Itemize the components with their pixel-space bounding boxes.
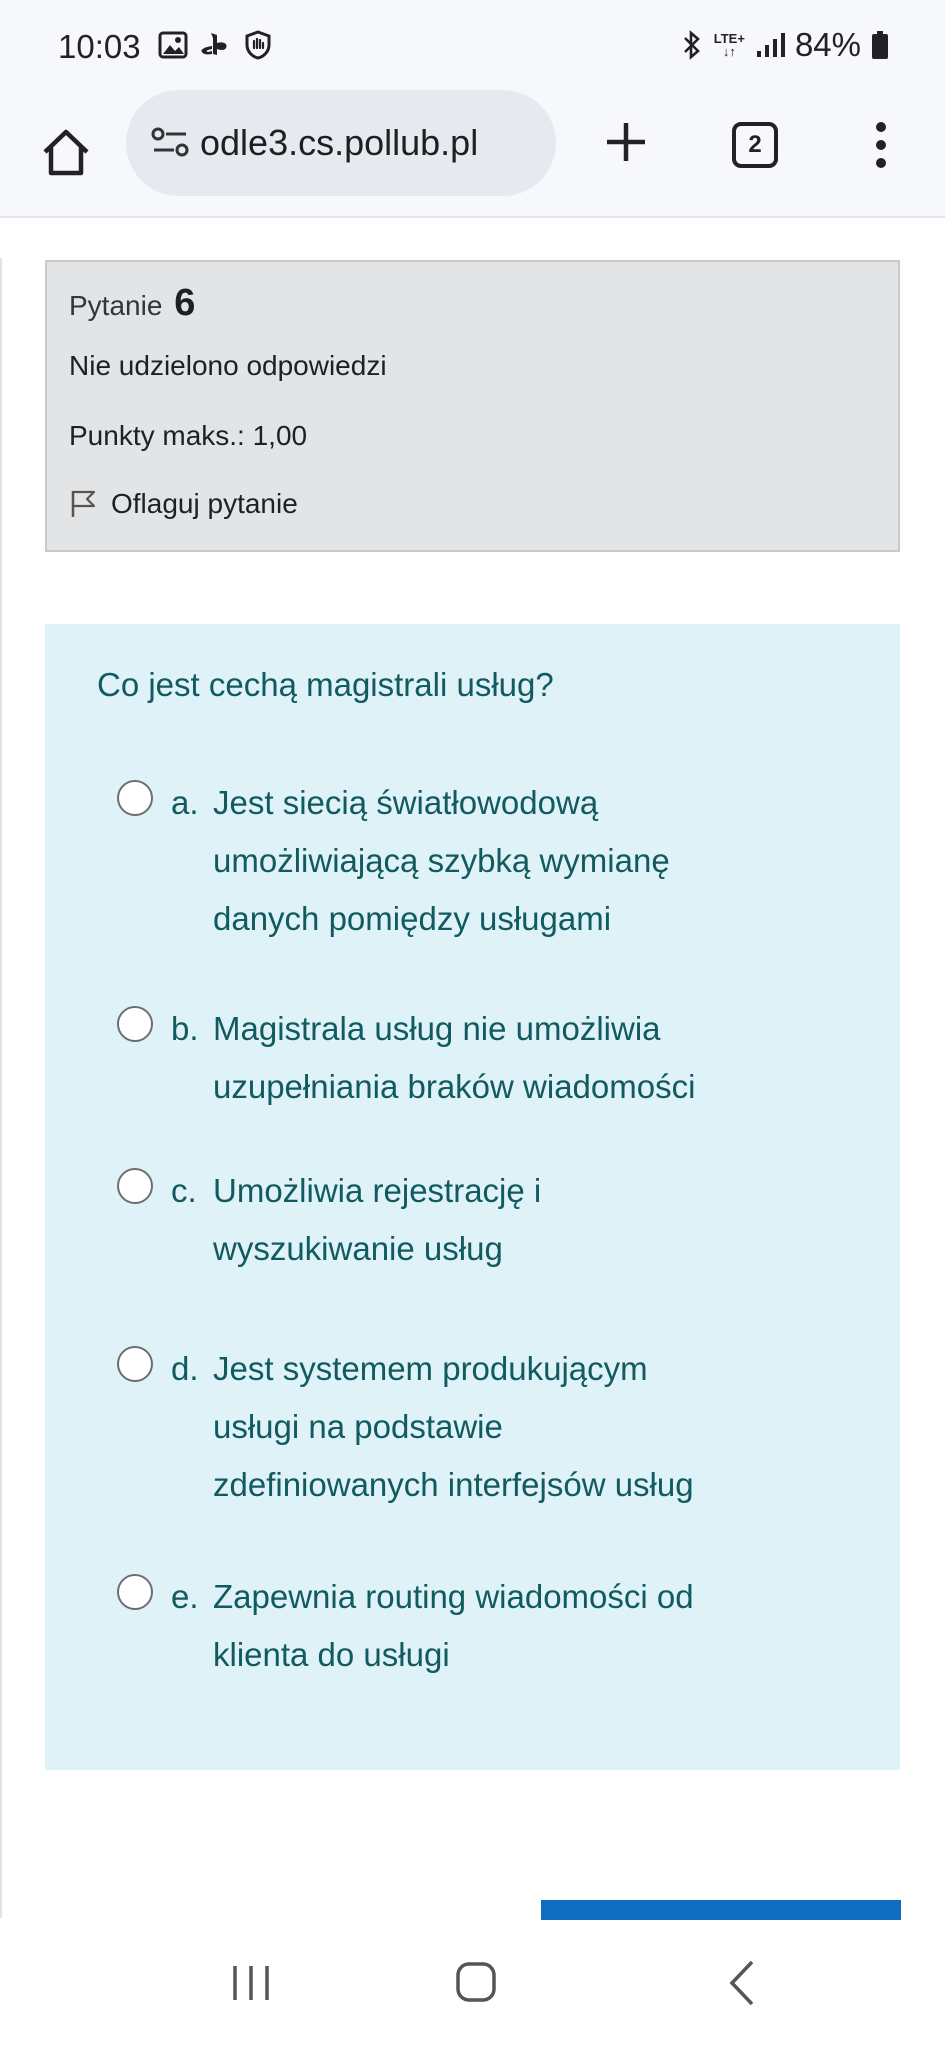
browser-toolbar: odle3.cs.pollub.pl 2: [0, 90, 945, 218]
address-bar[interactable]: odle3.cs.pollub.pl: [126, 90, 556, 196]
shield-hand-icon: [245, 30, 271, 60]
answer-line: usługi na podstawie: [213, 1408, 503, 1445]
radio-button[interactable]: [117, 1006, 153, 1042]
question-label: Pytanie: [69, 290, 163, 321]
battery-icon: [872, 31, 888, 59]
answer-line: Jest systemem produkującym: [213, 1350, 648, 1387]
more-menu-icon[interactable]: [866, 120, 896, 170]
answer-line: Zapewnia routing wiadomości od: [213, 1578, 694, 1615]
answer-letter: c.: [171, 1172, 197, 1209]
flag-icon: [71, 490, 96, 517]
home-nav-icon[interactable]: [454, 1960, 498, 2004]
home-icon: [43, 129, 89, 176]
answer-letter: e.: [171, 1578, 199, 1615]
answer-letter: d.: [171, 1350, 199, 1387]
answer-line: Umożliwia rejestrację i: [213, 1172, 542, 1209]
answer-line: zdefiniowanych interfejsów usług: [213, 1466, 694, 1503]
answer-text[interactable]: Zapewnia routing wiadomości od klienta d…: [213, 1568, 694, 1684]
question-number: 6: [174, 282, 196, 324]
status-bar: 10:03 LTE+ ↓↑ 84%: [0, 0, 945, 90]
question-formulation: Co jest cechą magistrali usług? a. Jest …: [45, 624, 900, 1770]
answer-option-c[interactable]: c. Umożliwia rejestrację i wyszukiwanie …: [117, 1162, 837, 1278]
notification-icons: [158, 30, 272, 60]
page-divider: [0, 258, 2, 1918]
signal-icon: [756, 33, 785, 57]
status-time: 10:03: [58, 28, 141, 65]
answer-line: uzupełniania braków wiadomości: [213, 1068, 696, 1105]
answer-line: Magistrala usług nie umożliwia: [213, 1010, 661, 1047]
tab-switcher-button[interactable]: 2: [732, 122, 778, 168]
radio-button[interactable]: [117, 1574, 153, 1610]
new-tab-button[interactable]: [596, 112, 656, 172]
answer-line: danych pomiędzy usługami: [213, 900, 612, 937]
answer-option-e[interactable]: e. Zapewnia routing wiadomości od klient…: [117, 1568, 837, 1684]
question-state: Nie udzielono odpowiedzi: [69, 350, 387, 381]
page-content: Pytanie 6 Nie udzielono odpowiedzi Punkt…: [0, 220, 945, 1924]
answer-option-a[interactable]: a. Jest siecią światłowodową umożliwiają…: [117, 774, 837, 948]
home-button[interactable]: [34, 120, 98, 184]
radio-button[interactable]: [117, 780, 153, 816]
answer-text[interactable]: Umożliwia rejestrację i wyszukiwanie usł…: [213, 1162, 541, 1278]
question-heading: Pytanie 6: [69, 282, 195, 325]
bluetooth-icon: [683, 30, 700, 60]
recent-apps-icon[interactable]: [228, 1962, 274, 2004]
url-text: odle3.cs.pollub.pl: [200, 122, 479, 163]
answer-text[interactable]: Magistrala usług nie umożliwia uzupełnia…: [213, 1000, 695, 1116]
answer-line: umożliwiającą szybką wymianę: [213, 842, 670, 879]
question-text: Co jest cechą magistrali usług?: [97, 666, 554, 703]
site-settings-icon[interactable]: [148, 120, 194, 166]
answer-option-b[interactable]: b. Magistrala usług nie umożliwia uzupeł…: [117, 1000, 837, 1116]
answer-option-d[interactable]: d. Jest systemem produkującym usługi na …: [117, 1340, 837, 1514]
flag-question-link[interactable]: Oflaguj pytanie: [69, 488, 298, 520]
answer-letter: a.: [171, 784, 199, 821]
system-icons: LTE+ ↓↑ 84%: [680, 26, 889, 64]
back-icon[interactable]: [724, 1958, 760, 2008]
answer-line: wyszukiwanie usług: [213, 1230, 503, 1267]
flag-question-label: Oflaguj pytanie: [111, 488, 298, 519]
question-points: Punkty maks.: 1,00: [69, 420, 308, 451]
system-nav-bar: [0, 1920, 945, 2048]
answer-line: klienta do usługi: [213, 1636, 450, 1673]
radio-button[interactable]: [117, 1346, 153, 1382]
answer-text[interactable]: Jest siecią światłowodową umożliwiającą …: [213, 774, 670, 948]
answer-letter: b.: [171, 1010, 199, 1047]
radio-button[interactable]: [117, 1168, 153, 1204]
answer-text[interactable]: Jest systemem produkującym usługi na pod…: [213, 1340, 694, 1514]
battery-percent: 84%: [794, 26, 861, 63]
question-info-panel: Pytanie 6 Nie udzielono odpowiedzi Punkt…: [45, 260, 900, 552]
plus-icon: [607, 123, 645, 161]
network-type: LTE+ ↓↑: [713, 31, 745, 59]
playstation-icon: [201, 33, 227, 55]
gallery-icon: [158, 31, 188, 59]
answer-line: Jest siecią światłowodową: [213, 784, 599, 821]
